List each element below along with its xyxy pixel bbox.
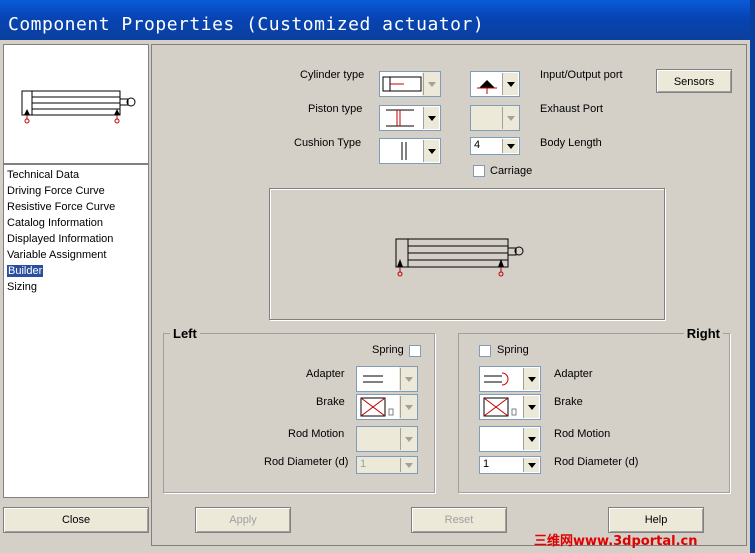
piston-type-combo[interactable] xyxy=(379,105,441,131)
chevron-down-icon[interactable] xyxy=(502,139,518,153)
builder-panel: Cylinder type Piston type Cushion Type I… xyxy=(151,44,747,546)
right-rod-diameter-label: Rod Diameter (d) xyxy=(554,456,639,468)
left-rod-motion-combo[interactable] xyxy=(356,426,418,452)
adapter-plain-icon xyxy=(363,375,383,383)
adapter-clevis-icon xyxy=(484,372,509,386)
right-rod-diameter-combo[interactable]: 1 xyxy=(479,456,541,474)
right-spring-label: Spring xyxy=(497,344,529,356)
component-properties-window: Component Properties (Customized actuato… xyxy=(0,0,755,553)
right-group-title: Right xyxy=(683,326,723,341)
io-port-combo[interactable] xyxy=(470,71,520,97)
nav-item-variable-assignment[interactable]: Variable Assignment xyxy=(4,247,148,263)
close-button[interactable]: Close xyxy=(3,507,149,533)
right-brake-label: Brake xyxy=(554,396,583,408)
cushion-type-label: Cushion Type xyxy=(294,137,362,149)
left-rod-diameter-label: Rod Diameter (d) xyxy=(264,456,349,468)
port-triangle-icon xyxy=(477,80,497,94)
right-rod-motion-label: Rod Motion xyxy=(554,428,611,440)
nav-item-catalog-information[interactable]: Catalog Information xyxy=(4,215,148,231)
right-adapter-label: Adapter xyxy=(554,368,593,380)
left-group: Left Spring Adapter Brake Rod Motion Rod… xyxy=(163,326,435,493)
chevron-down-icon[interactable] xyxy=(423,73,439,95)
left-brake-label: Brake xyxy=(316,396,345,408)
body-length-combo[interactable]: 4 xyxy=(470,137,520,155)
right-brake-combo[interactable] xyxy=(479,394,541,420)
carriage-checkbox[interactable] xyxy=(473,165,485,177)
cylinder-type-combo[interactable] xyxy=(379,71,441,97)
left-group-title: Left xyxy=(170,326,200,341)
left-spring-label: Spring xyxy=(372,344,404,356)
nav-item-displayed-information[interactable]: Displayed Information xyxy=(4,231,148,247)
carriage-label: Carriage xyxy=(490,165,533,177)
actuator-thumbnail-icon xyxy=(21,90,136,124)
piston-icon xyxy=(386,109,414,127)
right-rod-motion-combo[interactable] xyxy=(479,426,541,452)
title-bar[interactable]: Component Properties (Customized actuato… xyxy=(0,0,755,40)
chevron-down-icon[interactable] xyxy=(523,396,539,418)
io-port-label: Input/Output port xyxy=(540,69,623,81)
component-thumbnail xyxy=(4,45,148,165)
right-spring-checkbox[interactable] xyxy=(479,345,491,357)
left-adapter-combo[interactable] xyxy=(356,366,418,392)
right-group: Right Spring Adapter Brake Rod Motion 1 … xyxy=(458,326,730,493)
chevron-down-icon[interactable] xyxy=(423,140,439,162)
body-length-label: Body Length xyxy=(540,137,602,149)
actuator-preview xyxy=(269,188,665,320)
left-adapter-label: Adapter xyxy=(306,368,345,380)
chevron-down-icon[interactable] xyxy=(523,368,539,390)
piston-type-label: Piston type xyxy=(308,103,363,115)
chevron-down-icon[interactable] xyxy=(502,73,518,95)
cylinder-shape-icon xyxy=(382,76,422,92)
reset-button[interactable]: Reset xyxy=(411,507,507,533)
nav-item-resistive-force-curve[interactable]: Resistive Force Curve xyxy=(4,199,148,215)
exhaust-port-combo[interactable] xyxy=(470,105,520,131)
left-spring-checkbox[interactable] xyxy=(409,345,421,357)
brake-icon xyxy=(483,397,517,417)
apply-button[interactable]: Apply xyxy=(195,507,291,533)
chevron-down-icon[interactable] xyxy=(400,368,416,390)
chevron-down-icon[interactable] xyxy=(400,458,416,472)
exhaust-port-label: Exhaust Port xyxy=(540,103,603,115)
cylinder-type-label: Cylinder type xyxy=(300,69,365,81)
left-brake-combo[interactable] xyxy=(356,394,418,420)
right-adapter-combo[interactable] xyxy=(479,366,541,392)
watermark: 三维网www.3dportal.cn xyxy=(534,534,698,549)
left-rod-motion-label: Rod Motion xyxy=(288,428,345,440)
brake-icon xyxy=(360,397,394,417)
chevron-down-icon[interactable] xyxy=(400,396,416,418)
left-rod-diameter-combo[interactable]: 1 xyxy=(356,456,418,474)
nav-item-sizing[interactable]: Sizing xyxy=(4,279,148,295)
window-title: Component Properties (Customized actuato… xyxy=(8,14,485,35)
nav-item-technical-data[interactable]: Technical Data xyxy=(4,167,148,183)
nav-item-driving-force-curve[interactable]: Driving Force Curve xyxy=(4,183,148,199)
chevron-down-icon[interactable] xyxy=(523,458,539,472)
sensors-button[interactable]: Sensors xyxy=(656,69,732,93)
chevron-down-icon[interactable] xyxy=(502,107,518,129)
window-border xyxy=(750,0,755,553)
cushion-icon xyxy=(401,142,407,160)
cushion-type-combo[interactable] xyxy=(379,138,441,164)
chevron-down-icon[interactable] xyxy=(423,107,439,129)
chevron-down-icon[interactable] xyxy=(523,428,539,450)
actuator-diagram-icon xyxy=(395,238,524,277)
left-pane: Technical Data Driving Force Curve Resis… xyxy=(3,44,149,498)
chevron-down-icon[interactable] xyxy=(400,428,416,450)
property-nav-list: Technical Data Driving Force Curve Resis… xyxy=(4,167,148,295)
nav-item-builder[interactable]: Builder xyxy=(4,263,148,279)
